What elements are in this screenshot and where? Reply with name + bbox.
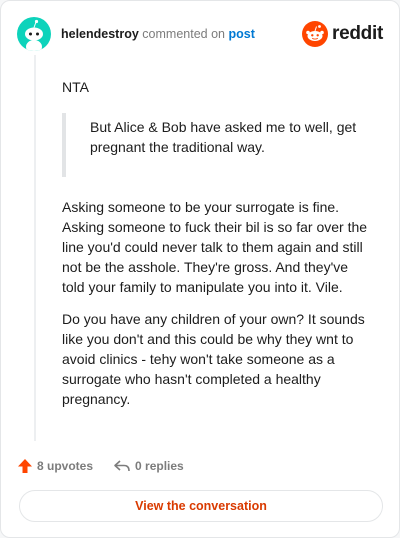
comment-header: helendestroy commented on post reddit: [17, 17, 383, 51]
blockquote: But Alice & Bob have asked me to well, g…: [62, 113, 372, 177]
snoo-avatar-icon: [25, 19, 43, 51]
quote-text: But Alice & Bob have asked me to well, g…: [90, 119, 357, 155]
logo-text: reddit: [332, 23, 383, 44]
byline: helendestroy commented on post: [61, 27, 255, 41]
comment-verdict: NTA: [62, 79, 89, 95]
reply-count: 0 replies: [135, 459, 184, 473]
upvote-button[interactable]: 8 upvotes: [17, 458, 93, 474]
comment-paragraph: Asking someone to be your surrogate is f…: [62, 199, 368, 295]
post-link[interactable]: post: [228, 27, 254, 41]
reddit-logo-icon: [302, 21, 329, 47]
thread-line: [34, 55, 36, 441]
byline-action: commented on: [142, 27, 225, 41]
view-conversation-button[interactable]: View the conversation: [19, 490, 383, 522]
upvote-count: 8 upvotes: [37, 459, 94, 473]
reply-button[interactable]: 0 replies: [113, 458, 184, 474]
reddit-logo[interactable]: reddit: [302, 21, 383, 47]
upvote-arrow-icon: [18, 459, 32, 473]
avatar[interactable]: [17, 17, 51, 51]
comment-body: NTA But Alice & Bob have asked me to wel…: [62, 77, 372, 421]
comment-paragraph: Do you have any children of your own? It…: [62, 311, 365, 407]
comment-footer: 8 upvotes 0 replies: [17, 456, 204, 476]
comment-card: helendestroy commented on post reddit NT…: [0, 0, 400, 538]
reply-arrow-icon: [114, 460, 130, 472]
username-link[interactable]: helendestroy: [61, 27, 139, 41]
